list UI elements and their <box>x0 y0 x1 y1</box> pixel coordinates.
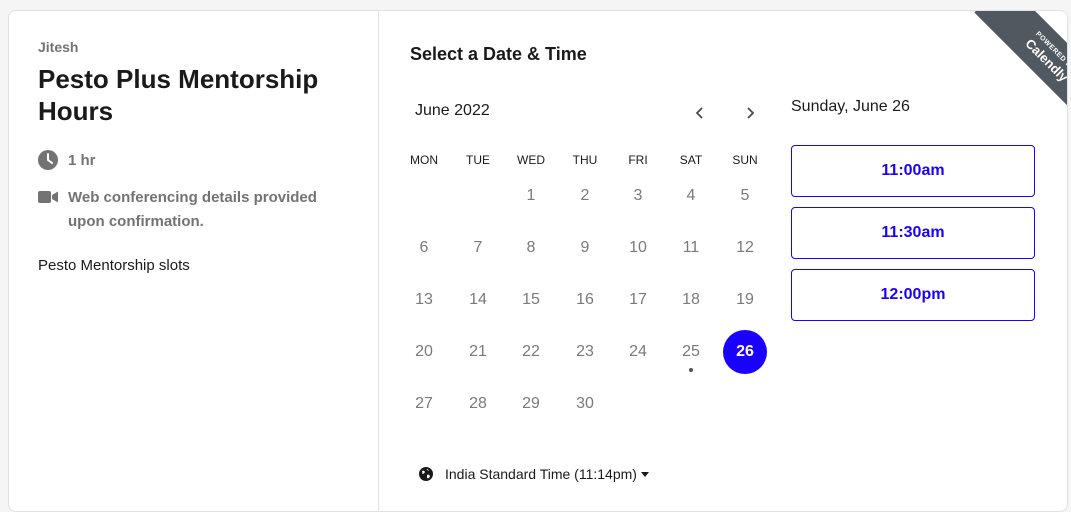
globe-icon <box>419 467 433 481</box>
calendar-day: 23 <box>563 330 607 374</box>
video-camera-icon <box>38 191 58 203</box>
calendar-day: 22 <box>509 330 553 374</box>
day-number: 23 <box>576 343 594 360</box>
chevron-right-icon <box>747 107 755 119</box>
calendar-day: 4 <box>669 174 713 218</box>
weekday-label: WED <box>517 153 545 167</box>
calendar-day: 6 <box>402 226 446 270</box>
day-number: 22 <box>522 343 540 360</box>
day-number: 26 <box>736 343 754 360</box>
day-number: 13 <box>415 291 433 308</box>
day-number: 20 <box>415 343 433 360</box>
time-slot-button[interactable]: 12:00pm <box>791 269 1035 321</box>
day-number: 25 <box>682 343 700 360</box>
powered-by-badge[interactable]: POWERED BY Calendly <box>957 11 1067 121</box>
calendar-day: 12 <box>723 226 767 270</box>
weekday-label: TUE <box>466 153 490 167</box>
calendar-day: 9 <box>563 226 607 270</box>
calendar-day: 27 <box>402 382 446 426</box>
month-label: June 2022 <box>415 102 490 119</box>
day-number: 12 <box>736 239 754 256</box>
calendar-day: 7 <box>456 226 500 270</box>
day-number: 19 <box>736 291 754 308</box>
day-number: 29 <box>522 395 540 412</box>
calendar-day: 21 <box>456 330 500 374</box>
day-number: 3 <box>633 187 643 204</box>
weekday-label: THU <box>572 153 598 167</box>
calendar-day: 25 <box>669 330 713 374</box>
weekday-label: MON <box>410 153 438 167</box>
calendar-day: 17 <box>616 278 660 322</box>
calendar-day: 24 <box>616 330 660 374</box>
day-number: 4 <box>686 187 696 204</box>
day-number: 14 <box>469 291 487 308</box>
calendar-day: 16 <box>563 278 607 322</box>
day-number: 27 <box>415 395 433 412</box>
day-number: 10 <box>629 239 647 256</box>
calendar-day: 3 <box>616 174 660 218</box>
calendar-day: 14 <box>456 278 500 322</box>
conferencing-row: Web conferencing details provided upon c… <box>38 186 338 234</box>
day-number: 2 <box>580 187 590 204</box>
calendar-day: 15 <box>509 278 553 322</box>
event-duration: 1 hr <box>68 152 96 169</box>
calendar-day: 20 <box>402 330 446 374</box>
section-title: Select a Date & Time <box>410 44 587 64</box>
calendly-ribbon[interactable]: POWERED BY Calendly <box>974 11 1067 121</box>
day-number: 5 <box>740 187 750 204</box>
day-number: 17 <box>629 291 647 308</box>
calendar-day: 8 <box>509 226 553 270</box>
day-number: 24 <box>629 343 647 360</box>
day-number: 9 <box>580 239 590 256</box>
selected-date-label: Sunday, June 26 <box>791 98 910 115</box>
day-number: 11 <box>682 239 700 256</box>
day-number: 16 <box>576 291 594 308</box>
event-details-panel: Jitesh Pesto Plus Mentorship Hours 1 hr … <box>9 11 379 511</box>
duration-row: 1 hr <box>38 149 338 173</box>
today-indicator-dot <box>689 368 693 372</box>
calendar-day: 1 <box>509 174 553 218</box>
clock-icon <box>38 150 58 170</box>
host-name: Jitesh <box>38 39 79 55</box>
day-number: 7 <box>473 239 483 256</box>
calendar-day: 2 <box>563 174 607 218</box>
booking-card: Jitesh Pesto Plus Mentorship Hours 1 hr … <box>8 10 1068 512</box>
event-title: Pesto Plus Mentorship Hours <box>38 64 319 126</box>
calendar-day: 11 <box>669 226 713 270</box>
previous-month-button[interactable] <box>686 99 714 127</box>
calendar-day: 29 <box>509 382 553 426</box>
day-number: 6 <box>419 239 429 256</box>
conferencing-info: Web conferencing details provided upon c… <box>68 189 317 230</box>
day-number: 28 <box>469 395 487 412</box>
calendar-day: 13 <box>402 278 446 322</box>
calendar-day: 30 <box>563 382 607 426</box>
weekday-label: SAT <box>679 153 703 167</box>
timezone-label: India Standard Time (11:14pm) <box>445 466 637 482</box>
caret-down-icon <box>640 471 649 477</box>
day-number: 15 <box>522 291 540 308</box>
chevron-left-icon <box>695 107 703 119</box>
day-number: 21 <box>469 343 487 360</box>
timezone-selector[interactable]: India Standard Time (11:14pm) <box>419 466 649 482</box>
time-slot-button[interactable]: 11:00am <box>791 145 1035 197</box>
day-number: 18 <box>682 291 700 308</box>
event-description: Pesto Mentorship slots <box>38 257 190 274</box>
calendar-day: 28 <box>456 382 500 426</box>
calendar-day: 18 <box>669 278 713 322</box>
calendar-day: 5 <box>723 174 767 218</box>
day-number: 1 <box>526 187 536 204</box>
calendar-day-selected[interactable]: 26 <box>723 330 767 374</box>
calendar-day: 10 <box>616 226 660 270</box>
calendar-day: 19 <box>723 278 767 322</box>
weekday-label: FRI <box>628 153 648 167</box>
day-number: 8 <box>526 239 536 256</box>
next-month-button[interactable] <box>736 99 764 127</box>
weekday-label: SUN <box>732 153 758 167</box>
time-slot-button[interactable]: 11:30am <box>791 207 1035 259</box>
day-number: 30 <box>576 395 594 412</box>
